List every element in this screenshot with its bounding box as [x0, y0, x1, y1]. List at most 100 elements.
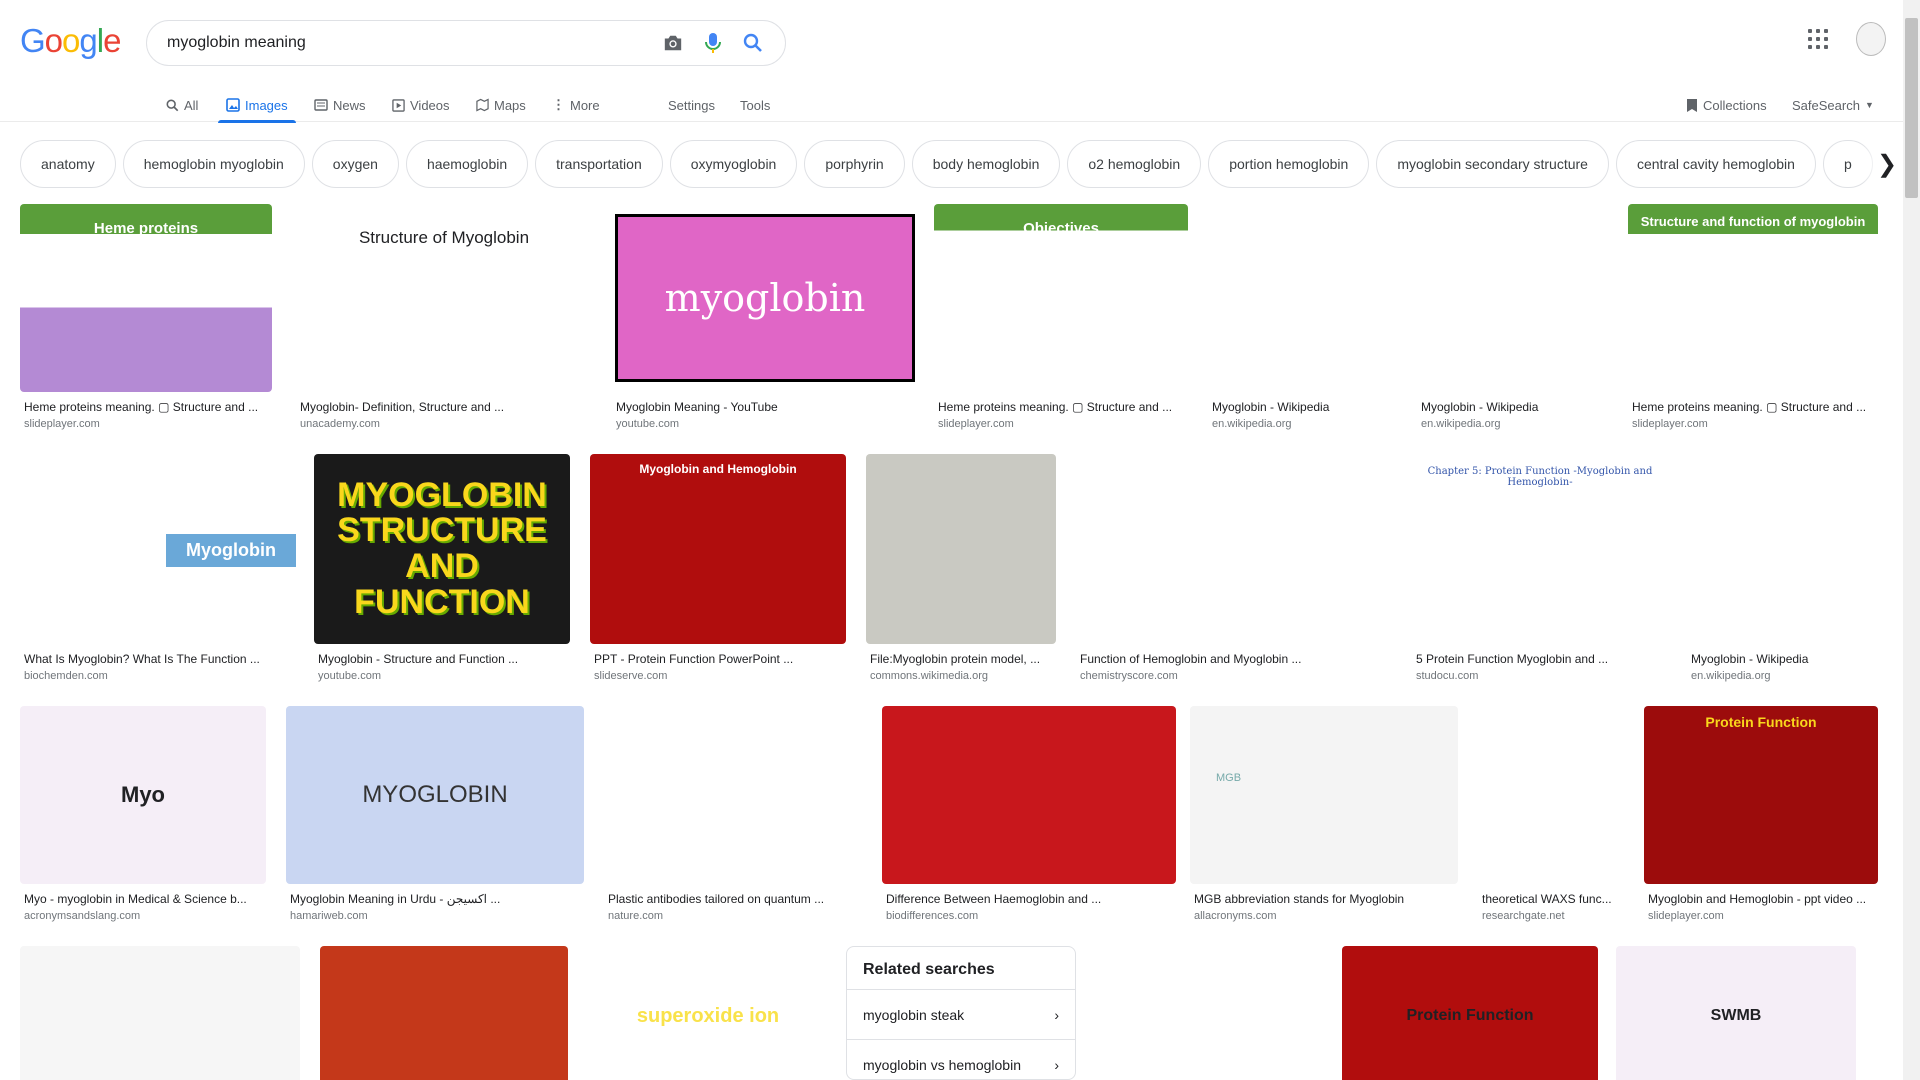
result-thumbnail[interactable]: [1076, 454, 1392, 644]
tab-maps[interactable]: Maps: [476, 90, 526, 120]
result-thumbnail[interactable]: Heme proteins: [20, 204, 272, 392]
related-item[interactable]: myoglobin steak ›: [847, 990, 1075, 1040]
chip[interactable]: body hemoglobin: [911, 140, 1061, 188]
image-result[interactable]: Myoglobin and Hemoglobin PPT - Protein Fu…: [590, 454, 846, 682]
result-title[interactable]: Heme proteins meaning. ▢ Structure and .…: [1628, 400, 1878, 414]
image-result[interactable]: Myoglobin - Wikipedia en.wikipedia.org: [1687, 454, 1877, 682]
result-title[interactable]: 5 Protein Function Myoglobin and ...: [1412, 652, 1668, 666]
image-result[interactable]: Plastic antibodies tailored on quantum .…: [604, 706, 864, 922]
result-thumbnail[interactable]: [1687, 454, 1877, 644]
result-title[interactable]: Heme proteins meaning. ▢ Structure and .…: [934, 400, 1188, 414]
search-icon[interactable]: [733, 23, 773, 63]
chip[interactable]: oxygen: [311, 140, 399, 188]
image-result[interactable]: [20, 946, 300, 1080]
chip[interactable]: oxymyoglobin: [669, 140, 798, 188]
result-title[interactable]: MGB abbreviation stands for Myoglobin: [1190, 892, 1458, 906]
result-thumbnail[interactable]: MYOGLOBIN: [286, 706, 584, 884]
image-result[interactable]: Function of Hemoglobin and Myoglobin ...…: [1076, 454, 1392, 682]
chip[interactable]: anatomy: [20, 140, 116, 188]
result-thumbnail[interactable]: SWMB: [1616, 946, 1856, 1080]
result-title[interactable]: What Is Myoglobin? What Is The Function …: [20, 652, 296, 666]
result-title[interactable]: Myoglobin - Wikipedia: [1417, 400, 1607, 414]
chip[interactable]: o2 hemoglobin: [1067, 140, 1202, 188]
tab-settings[interactable]: Settings: [668, 90, 715, 120]
image-result[interactable]: Structure and function of myoglobin Heme …: [1628, 204, 1878, 430]
search-input[interactable]: [167, 34, 653, 52]
result-title[interactable]: Myoglobin Meaning in Urdu - اکسیجن ...: [286, 892, 584, 906]
image-result[interactable]: [320, 946, 568, 1080]
image-result[interactable]: SWMB: [1616, 946, 1856, 1080]
result-title[interactable]: Myo - myoglobin in Medical & Science b..…: [20, 892, 266, 906]
result-thumbnail[interactable]: [20, 946, 300, 1080]
result-thumbnail[interactable]: [1208, 204, 1398, 392]
tab-more[interactable]: ⋮ More: [552, 90, 600, 120]
chip[interactable]: hemoglobin myoglobin: [122, 140, 305, 188]
result-thumbnail[interactable]: [604, 706, 864, 884]
result-title[interactable]: Myoglobin - Wikipedia: [1208, 400, 1398, 414]
result-title[interactable]: Function of Hemoglobin and Myoglobin ...: [1076, 652, 1392, 666]
microphone-icon[interactable]: [693, 23, 733, 63]
google-logo[interactable]: Google: [20, 24, 121, 57]
collections-link[interactable]: Collections: [1686, 90, 1767, 120]
image-result[interactable]: Difference Between Haemoglobin and ... bi…: [882, 706, 1176, 922]
image-result[interactable]: theoretical WAXS func... researchgate.net: [1478, 706, 1624, 922]
chip[interactable]: haemoglobin: [405, 140, 529, 188]
image-result[interactable]: superoxide ion: [588, 946, 828, 1080]
result-title[interactable]: Myoglobin - Structure and Function ...: [314, 652, 570, 666]
result-thumbnail[interactable]: Myoglobin and Hemoglobin: [590, 454, 846, 644]
tab-all[interactable]: All: [166, 90, 198, 120]
result-thumbnail[interactable]: superoxide ion: [588, 946, 828, 1080]
result-title[interactable]: Myoglobin and Hemoglobin - ppt video ...: [1644, 892, 1878, 906]
related-item[interactable]: myoglobin vs hemoglobin ›: [847, 1040, 1075, 1079]
result-thumbnail[interactable]: [1478, 706, 1624, 884]
result-thumbnail[interactable]: [866, 454, 1056, 644]
result-title[interactable]: Myoglobin - Wikipedia: [1687, 652, 1877, 666]
apps-grid-icon[interactable]: [1806, 27, 1830, 51]
result-thumbnail[interactable]: [882, 706, 1176, 884]
result-title[interactable]: Heme proteins meaning. ▢ Structure and .…: [20, 400, 272, 414]
result-title[interactable]: Myoglobin- Definition, Structure and ...: [296, 400, 592, 414]
image-result[interactable]: Myoglobin - Wikipedia en.wikipedia.org: [1417, 204, 1607, 430]
tab-videos[interactable]: Videos: [392, 90, 450, 120]
image-result[interactable]: Chapter 5: Protein Function -Myoglobin a…: [1412, 454, 1668, 682]
image-result[interactable]: Structure of Myoglobin Myoglobin- Definit…: [296, 204, 592, 430]
scrollbar-thumb[interactable]: [1905, 18, 1918, 198]
image-result[interactable]: Heme proteins Heme proteins meaning. ▢ St…: [20, 204, 272, 430]
result-title[interactable]: File:Myoglobin protein model, ...: [866, 652, 1056, 666]
result-thumbnail[interactable]: myoglobin: [612, 204, 918, 392]
chip[interactable]: transportation: [535, 140, 663, 188]
tab-tools[interactable]: Tools: [740, 90, 770, 120]
tab-images[interactable]: Images: [218, 90, 296, 123]
result-thumbnail[interactable]: MYOGLOBIN STRUCTURE AND FUNCTION: [314, 454, 570, 644]
result-thumbnail[interactable]: [1098, 946, 1290, 1080]
image-result[interactable]: Myoglobin What Is Myoglobin? What Is The …: [20, 454, 296, 682]
chip[interactable]: porphyrin: [804, 140, 905, 188]
camera-icon[interactable]: [653, 23, 693, 63]
result-thumbnail[interactable]: [1417, 204, 1607, 392]
image-result[interactable]: Myo Myo - myoglobin in Medical & Science …: [20, 706, 266, 922]
scrollbar[interactable]: [1903, 0, 1920, 1080]
image-result[interactable]: myoglobin Myoglobin Meaning - YouTube yout…: [612, 204, 918, 430]
chip[interactable]: myoglobin secondary structure: [1376, 140, 1609, 188]
image-result[interactable]: MYOGLOBIN Myoglobin Meaning in Urdu - اکس…: [286, 706, 584, 922]
image-result[interactable]: Protein Function Myoglobin and Hemoglobin…: [1644, 706, 1878, 922]
result-thumbnail[interactable]: Protein Function: [1342, 946, 1598, 1080]
result-title[interactable]: PPT - Protein Function PowerPoint ...: [590, 652, 846, 666]
chip[interactable]: central cavity hemoglobin: [1615, 140, 1816, 188]
safesearch-dropdown[interactable]: SafeSearch ▼: [1792, 90, 1874, 120]
result-thumbnail[interactable]: Myoglobin: [20, 454, 296, 644]
result-thumbnail[interactable]: Myo: [20, 706, 266, 884]
image-result[interactable]: [1098, 946, 1290, 1080]
result-thumbnail[interactable]: Chapter 5: Protein Function -Myoglobin a…: [1412, 454, 1668, 644]
image-result[interactable]: MYOGLOBIN STRUCTURE AND FUNCTION Myoglobi…: [314, 454, 570, 682]
result-thumbnail[interactable]: Protein Function: [1644, 706, 1878, 884]
result-title[interactable]: Myoglobin Meaning - YouTube: [612, 400, 918, 414]
image-result[interactable]: Objectives Heme proteins meaning. ▢ Struc…: [934, 204, 1188, 430]
result-thumbnail[interactable]: Objectives: [934, 204, 1188, 392]
image-result[interactable]: Protein Function: [1342, 946, 1598, 1080]
tab-news[interactable]: News: [314, 90, 366, 120]
result-thumbnail[interactable]: Structure of Myoglobin: [296, 204, 592, 392]
chip[interactable]: portion hemoglobin: [1208, 140, 1370, 188]
result-title[interactable]: Difference Between Haemoglobin and ...: [882, 892, 1176, 906]
avatar[interactable]: [1856, 22, 1886, 56]
